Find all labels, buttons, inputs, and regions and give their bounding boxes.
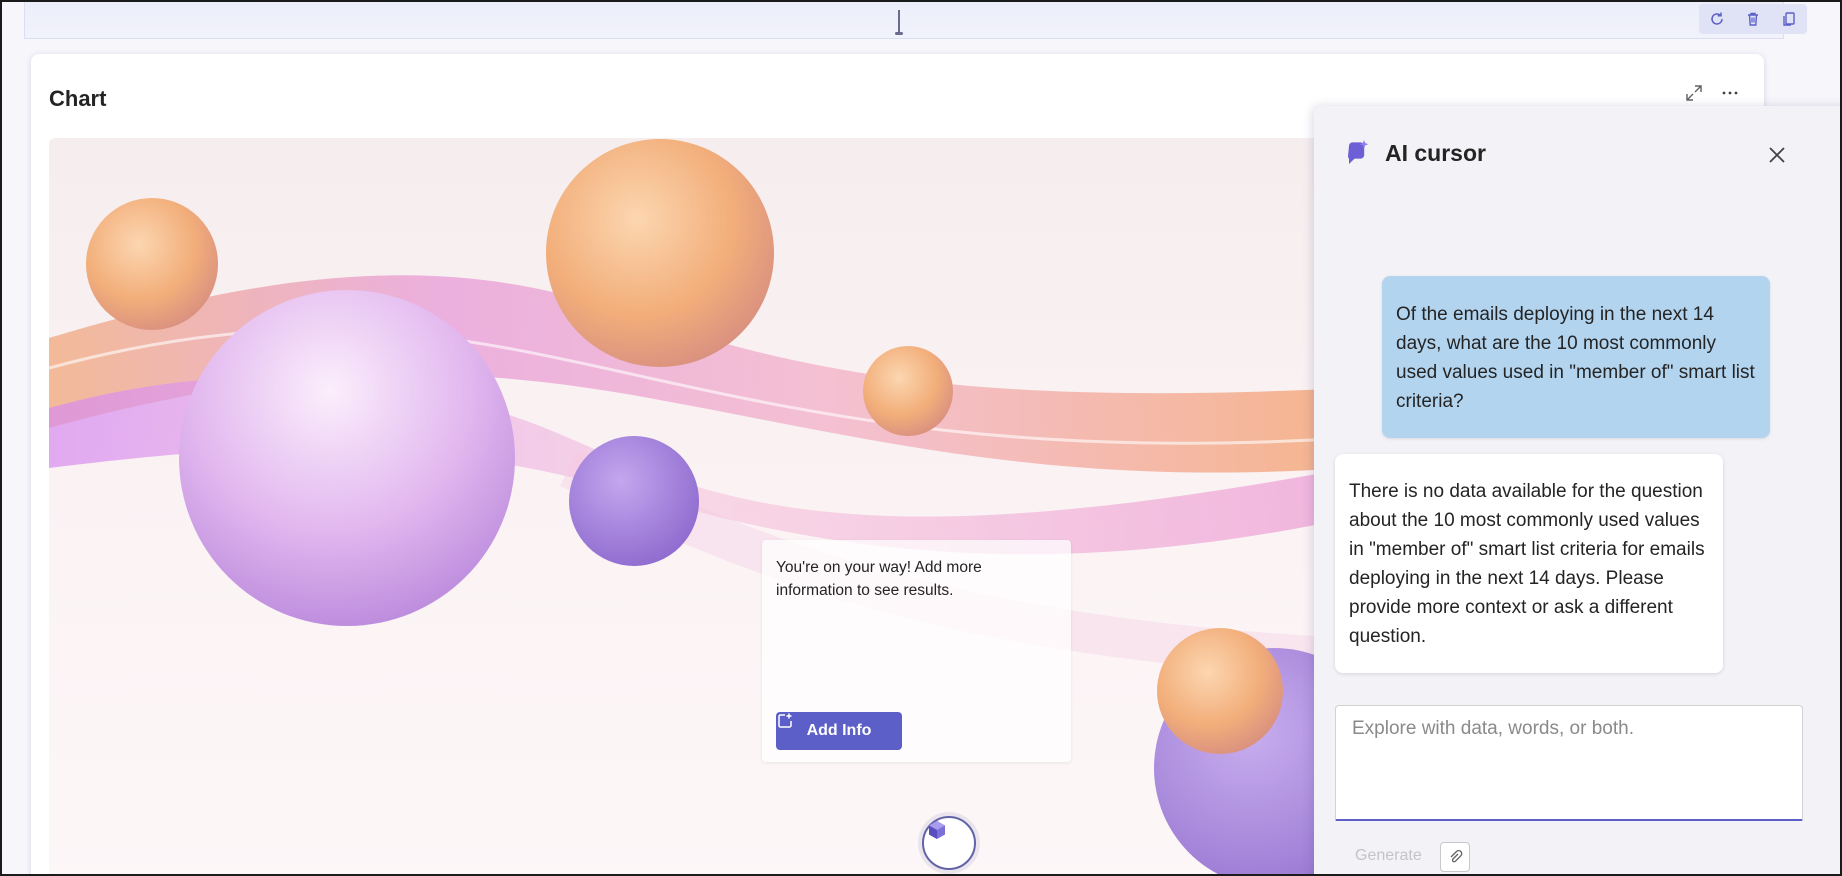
empty-state-card: You're on your way! Add more information… bbox=[762, 540, 1071, 762]
close-icon bbox=[1769, 147, 1785, 163]
card-title: Chart bbox=[49, 86, 107, 111]
prompt-input-container bbox=[1335, 705, 1803, 821]
paperclip-icon bbox=[1450, 849, 1463, 863]
panel-header: AI cursor bbox=[1343, 138, 1486, 168]
panel-title: AI cursor bbox=[1385, 139, 1486, 166]
assistant-message: There is no data available for the quest… bbox=[1335, 454, 1723, 673]
expand-icon[interactable] bbox=[1683, 82, 1705, 104]
user-message: Of the emails deploying in the next 14 d… bbox=[1382, 276, 1770, 438]
generate-button[interactable]: Generate bbox=[1347, 842, 1430, 870]
prompt-input[interactable] bbox=[1336, 706, 1802, 819]
refresh-icon[interactable] bbox=[1706, 8, 1728, 30]
app-frame: Chart You're on your way! Add more infor… bbox=[0, 0, 1842, 876]
add-info-button[interactable]: Add Info bbox=[776, 712, 902, 750]
ai-cursor-icon bbox=[1348, 140, 1369, 164]
text-cursor-foot bbox=[895, 32, 903, 35]
attach-button[interactable] bbox=[1440, 842, 1470, 872]
empty-state-message: You're on your way! Add more information… bbox=[776, 559, 982, 599]
text-cursor-line bbox=[898, 10, 900, 34]
card-toolbar bbox=[1699, 4, 1807, 34]
ai-cursor-panel: AI cursor Of the emails deploying in the… bbox=[1314, 106, 1840, 874]
add-info-label: Add Info bbox=[806, 722, 872, 739]
close-button[interactable] bbox=[1762, 140, 1792, 170]
previous-card-strip bbox=[24, 2, 1807, 39]
card-actions bbox=[1683, 82, 1741, 104]
decorative-illustration bbox=[49, 139, 1349, 874]
copy-icon[interactable] bbox=[1778, 8, 1800, 30]
more-icon[interactable] bbox=[1719, 82, 1741, 104]
delete-icon[interactable] bbox=[1742, 8, 1764, 30]
add-info-icon bbox=[778, 713, 792, 728]
chart-placeholder-canvas: You're on your way! Add more information… bbox=[49, 138, 1349, 874]
ai-cursor-button[interactable] bbox=[922, 816, 976, 870]
copilot-icon bbox=[929, 821, 945, 839]
